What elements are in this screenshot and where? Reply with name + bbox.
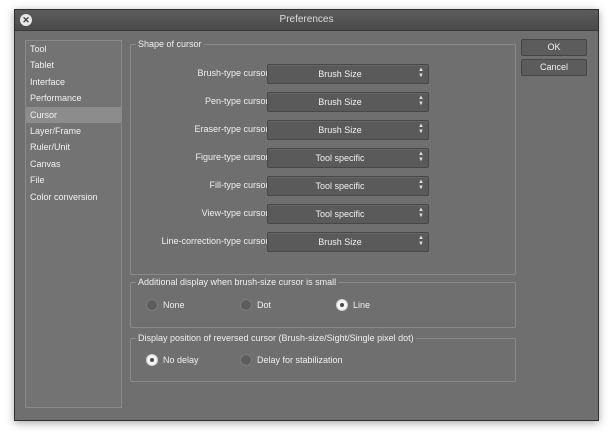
updown-arrows-icon: ▲ ▼ [418,235,424,247]
additional-display-group: Additional display when brush-size curso… [130,276,516,328]
shape-of-cursor-legend: Shape of cursor [136,38,204,50]
radio-dot[interactable]: Dot [240,298,271,312]
pen-type-label: Pen-type cursor: [204,96,271,106]
eraser-type-select[interactable]: Brush Size ▲ ▼ [267,120,429,140]
line-correction-type-label: Line-correction-type cursor: [161,236,271,246]
pen-type-select[interactable]: Brush Size ▲ ▼ [267,92,429,112]
brush-type-select[interactable]: Brush Size ▲ ▼ [267,64,429,84]
updown-arrows-icon: ▲ ▼ [418,179,424,191]
preferences-window: ✕ Preferences Tool Tablet Interface Perf… [14,9,599,421]
sidebar-item-canvas[interactable]: Canvas [26,156,121,172]
sidebar-item-interface[interactable]: Interface [26,74,121,90]
reversed-cursor-legend: Display position of reversed cursor (Bru… [136,332,416,344]
fill-type-value: Tool specific [315,181,365,191]
updown-arrows-icon: ▲ ▼ [418,123,424,135]
radio-no-delay[interactable]: No delay [146,353,199,367]
updown-arrows-icon: ▲ ▼ [418,207,424,219]
radio-line-indicator[interactable] [336,298,348,311]
brush-type-value: Brush Size [318,69,362,79]
radio-line[interactable]: Line [336,298,370,312]
view-type-label: View-type cursor: [201,208,271,218]
line-correction-type-value: Brush Size [318,237,362,247]
title-bar: ✕ Preferences [15,10,598,31]
radio-none-label: None [163,300,185,310]
radio-dot-label: Dot [257,300,272,310]
figure-type-label: Figure-type cursor: [195,152,271,162]
radio-no-delay-label: No delay [163,355,199,365]
fill-type-select[interactable]: Tool specific ▲ ▼ [267,176,429,196]
sidebar-item-color-conversion[interactable]: Color conversion [26,189,121,205]
radio-no-delay-indicator[interactable] [146,353,158,366]
radio-line-label: Line [353,300,371,310]
radio-delay-stabilization-label: Delay for stabilization [257,355,343,365]
reversed-cursor-group: Display position of reversed cursor (Bru… [130,332,516,382]
cancel-button[interactable]: Cancel [521,59,587,76]
updown-arrows-icon: ▲ ▼ [418,151,424,163]
view-type-select[interactable]: Tool specific ▲ ▼ [267,204,429,224]
sidebar-item-tool[interactable]: Tool [26,41,121,57]
line-correction-type-select[interactable]: Brush Size ▲ ▼ [267,232,429,252]
radio-dot-indicator[interactable] [240,298,252,311]
pen-type-value: Brush Size [318,97,362,107]
additional-display-legend: Additional display when brush-size curso… [136,276,339,288]
ok-button[interactable]: OK [521,39,587,56]
sidebar-item-ruler-unit[interactable]: Ruler/Unit [26,139,121,155]
brush-type-label: Brush-type cursor: [197,68,271,78]
window-title: Preferences [279,14,334,25]
category-list: Tool Tablet Interface Performance Cursor… [25,40,122,408]
shape-of-cursor-group: Shape of cursor Brush-type cursor: Brush… [130,38,516,275]
figure-type-value: Tool specific [315,153,365,163]
sidebar-item-performance[interactable]: Performance [26,90,121,106]
sidebar-item-tablet[interactable]: Tablet [26,57,121,73]
radio-delay-stabilization[interactable]: Delay for stabilization [240,353,343,367]
sidebar-item-file[interactable]: File [26,172,121,188]
view-type-value: Tool specific [315,209,365,219]
radio-none[interactable]: None [146,298,185,312]
eraser-type-value: Brush Size [318,125,362,135]
sidebar-item-cursor[interactable]: Cursor [26,106,121,123]
figure-type-select[interactable]: Tool specific ▲ ▼ [267,148,429,168]
sidebar-item-layer-frame[interactable]: Layer/Frame [26,123,121,139]
radio-delay-stabilization-indicator[interactable] [240,353,252,366]
fill-type-label: Fill-type cursor: [209,180,271,190]
updown-arrows-icon: ▲ ▼ [418,67,424,79]
radio-none-indicator[interactable] [146,298,158,311]
eraser-type-label: Eraser-type cursor: [194,124,271,134]
updown-arrows-icon: ▲ ▼ [418,95,424,107]
